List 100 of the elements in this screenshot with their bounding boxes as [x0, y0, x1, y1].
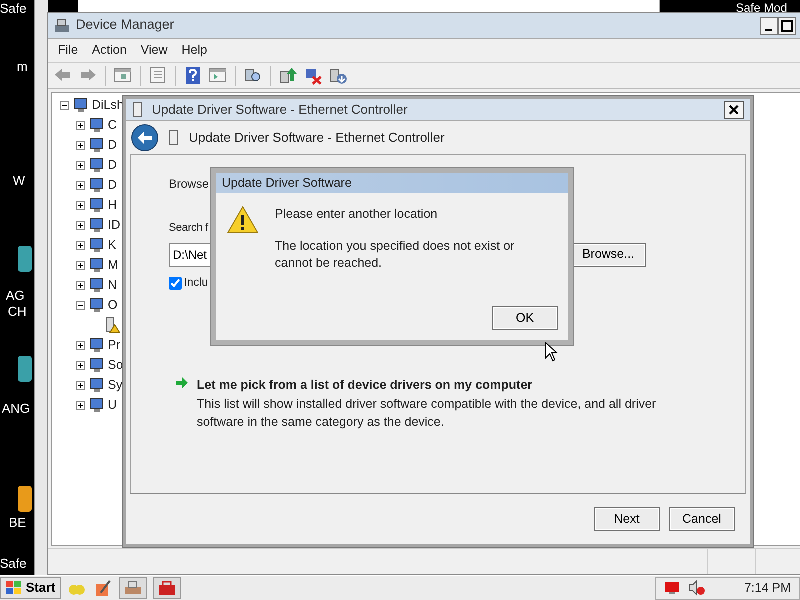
- expand-icon[interactable]: [76, 360, 85, 370]
- back-button[interactable]: [131, 124, 159, 152]
- expand-icon[interactable]: [76, 400, 85, 410]
- menu-item[interactable]: Action: [92, 41, 127, 60]
- monitor-icon[interactable]: [664, 581, 680, 595]
- browse-button[interactable]: Browse...: [571, 242, 646, 266]
- window-title: Update Driver Software - Ethernet Controller: [152, 100, 408, 119]
- tree-item[interactable]: D: [108, 156, 118, 174]
- device-icon: [88, 376, 105, 394]
- expand-icon[interactable]: [76, 380, 85, 390]
- desktop-icon-label[interactable]: W: [13, 173, 26, 189]
- wizard-button[interactable]: Next: [594, 507, 660, 531]
- expand-icon[interactable]: [76, 120, 85, 130]
- tree-item[interactable]: M: [108, 256, 118, 274]
- tree-item[interactable]: ID: [108, 216, 120, 234]
- option-description: This list will show installed driver software compatible with the device, and all driver software in the same category as the device.: [197, 396, 658, 430]
- expand-icon[interactable]: [76, 340, 85, 350]
- device-icon: [88, 356, 105, 374]
- help-icon[interactable]: [183, 66, 203, 85]
- device-icon: [88, 396, 105, 414]
- action-pane-icon[interactable]: [208, 66, 228, 85]
- expand-icon[interactable]: [76, 240, 85, 250]
- menu-item[interactable]: Help: [182, 41, 208, 60]
- menu-item[interactable]: File: [58, 41, 78, 60]
- instruction-text: Browse: [169, 176, 210, 193]
- collapse-icon[interactable]: [60, 100, 69, 110]
- device-icon: [88, 256, 105, 274]
- field-label: Search f: [169, 221, 208, 236]
- option-link[interactable]: Let me pick from a list of device drivers on my computer: [197, 376, 667, 394]
- device-icon: [88, 216, 105, 234]
- properties-icon[interactable]: [148, 66, 168, 85]
- expand-icon[interactable]: [76, 220, 85, 230]
- volume-muted-icon[interactable]: [688, 580, 706, 596]
- expand-icon[interactable]: [76, 180, 85, 190]
- tree-item[interactable]: D: [108, 176, 118, 194]
- device-icon: [88, 156, 105, 174]
- desktop-icon-label[interactable]: AG: [6, 288, 25, 304]
- desktop-icon-label[interactable]: Safe Mod: [736, 0, 788, 16]
- desktop-icon[interactable]: [16, 354, 34, 384]
- menu-item[interactable]: View: [140, 41, 168, 60]
- tree-item[interactable]: U: [108, 396, 118, 414]
- clock[interactable]: 7:14 PM: [744, 578, 791, 598]
- maximize-button[interactable]: [778, 16, 796, 34]
- tree-item[interactable]: K: [108, 236, 116, 254]
- device-manager-icon: [124, 580, 142, 596]
- ok-button[interactable]: OK: [492, 306, 558, 330]
- start-button[interactable]: Start: [0, 577, 61, 599]
- desktop-icon-label[interactable]: CH: [8, 304, 27, 320]
- desktop-icon[interactable]: [16, 244, 34, 274]
- console-tree-icon[interactable]: [113, 66, 133, 85]
- device-icon: [88, 176, 105, 194]
- tree-item[interactable]: N: [108, 276, 118, 294]
- warning-icon: [227, 205, 259, 235]
- device-icon: [132, 102, 144, 118]
- dialog-title: Update Driver Software: [222, 174, 352, 192]
- update-driver-icon[interactable]: [278, 66, 298, 85]
- expand-icon[interactable]: [76, 160, 85, 170]
- close-button[interactable]: [724, 100, 744, 118]
- device-icon: [169, 130, 179, 146]
- uninstall-icon[interactable]: [303, 66, 323, 85]
- minimize-button[interactable]: [760, 16, 778, 34]
- device-icon: [88, 136, 105, 154]
- taskbar-button[interactable]: [118, 577, 147, 599]
- tree-item[interactable]: Sy: [108, 376, 123, 394]
- arrow-icon: [175, 376, 189, 390]
- device-manager-icon: [54, 18, 70, 34]
- checkbox-label: Inclu: [184, 276, 208, 290]
- desktop-icon-label[interactable]: Safe: [0, 556, 27, 572]
- desktop-icon[interactable]: [16, 484, 34, 514]
- expand-icon[interactable]: [76, 260, 85, 270]
- window-title: Device Manager: [76, 16, 174, 34]
- expand-icon[interactable]: [76, 280, 85, 290]
- expand-icon[interactable]: [76, 200, 85, 210]
- desktop-icon-label[interactable]: m: [17, 59, 28, 75]
- windows-logo-icon: [5, 580, 23, 596]
- desktop-icon-label[interactable]: ANG: [2, 401, 30, 417]
- message-text: The location you specified does not exist or cannot be reached.: [275, 238, 516, 272]
- wizard-button[interactable]: Cancel: [669, 507, 735, 531]
- message-heading: Please enter another location: [275, 206, 439, 223]
- tree-item[interactable]: C: [108, 116, 118, 134]
- device-icon: [88, 196, 105, 214]
- close-icon: [729, 104, 739, 114]
- device-icon: [88, 276, 105, 294]
- collapse-icon[interactable]: [76, 300, 85, 310]
- tree-item[interactable]: D: [108, 136, 118, 154]
- device-icon: [88, 336, 105, 354]
- tree-item[interactable]: H: [108, 196, 118, 214]
- device-icon: [88, 296, 105, 314]
- taskbar-button[interactable]: [152, 577, 181, 599]
- expand-icon[interactable]: [76, 140, 85, 150]
- device-icon: [88, 116, 105, 134]
- mouse-cursor-icon: [545, 342, 559, 362]
- tree-item[interactable]: Pr: [108, 336, 120, 354]
- tree-item[interactable]: O: [108, 296, 118, 314]
- desktop-icon-label[interactable]: Safe: [0, 1, 27, 17]
- device-icon: [88, 236, 105, 254]
- subfolders-checkbox[interactable]: [169, 276, 182, 290]
- desktop-icon-label[interactable]: BE: [9, 515, 26, 531]
- toolbox-icon: [158, 580, 176, 596]
- device-icon: [72, 96, 89, 114]
